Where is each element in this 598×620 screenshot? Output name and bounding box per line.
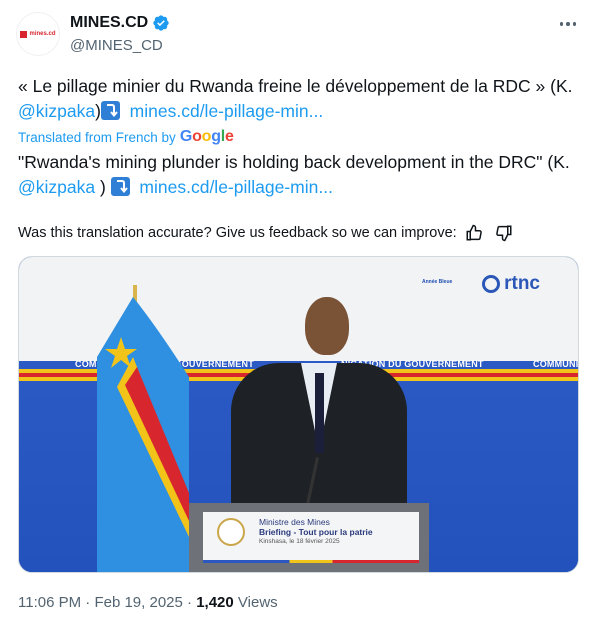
drc-flag-icon <box>97 297 189 572</box>
thumbs-up-icon[interactable] <box>461 222 487 244</box>
banner-text: COMMUNI <box>533 359 579 369</box>
podium-date: Kinshasa, le 18 février 2025 <box>259 538 340 545</box>
name-row: MINES.CD <box>70 14 170 32</box>
arrow-down-emoji-icon <box>110 177 130 196</box>
views-count: 1,420 <box>196 594 234 611</box>
podium-title: Ministre des Mines <box>259 517 330 527</box>
event-logo: Année Bleue <box>422 279 453 285</box>
translation-feedback: Was this translation accurate? Give us f… <box>18 222 517 244</box>
mines-cd-logo-icon: mines.cd <box>20 30 56 38</box>
feedback-question: Was this translation accurate? Give us f… <box>18 225 457 241</box>
translated-from-label[interactable]: Translated from French by Google <box>18 128 234 146</box>
arrow-down-emoji-icon <box>100 101 120 120</box>
rtnc-circle-icon <box>482 275 501 293</box>
display-name[interactable]: MINES.CD <box>70 14 148 32</box>
thumbs-down-icon[interactable] <box>491 222 517 244</box>
mention-link[interactable]: @kizpaka <box>18 101 95 121</box>
article-link-translated[interactable]: mines.cd/le-pillage-min... <box>139 177 333 197</box>
video-thumbnail[interactable]: COMMU N DU GOUVERNEMENT NICATION DU GOUV… <box>18 256 579 573</box>
views-label: Views <box>237 594 278 611</box>
more-options-icon[interactable] <box>554 14 582 34</box>
tweet-meta: 11:06 PM · Feb 19, 2025 · 1,420 Views <box>18 594 278 611</box>
mention-link-translated[interactable]: @kizpaka <box>18 177 95 197</box>
podium-subtitle: Briefing - Tout pour la patrie <box>259 527 373 537</box>
verified-badge-icon <box>153 15 169 31</box>
translated-text: "Rwanda's mining plunder is holding back… <box>18 152 570 197</box>
drc-emblem-icon <box>217 518 245 546</box>
rtnc-logo: rtnc <box>482 273 540 295</box>
google-logo-icon: Google <box>179 128 234 145</box>
avatar[interactable]: mines.cd <box>16 12 60 56</box>
article-link[interactable]: mines.cd/le-pillage-min... <box>130 101 324 121</box>
speaker-head <box>305 297 349 355</box>
handle[interactable]: @MINES_CD <box>70 37 163 54</box>
tweet-header: mines.cd MINES.CD @MINES_CD <box>0 0 598 70</box>
tweet-text: « Le pillage minier du Rwanda freine le … <box>18 76 573 121</box>
tweet-time[interactable]: 11:06 PM <box>18 594 81 611</box>
tweet-date[interactable]: Feb 19, 2025 <box>94 594 182 611</box>
